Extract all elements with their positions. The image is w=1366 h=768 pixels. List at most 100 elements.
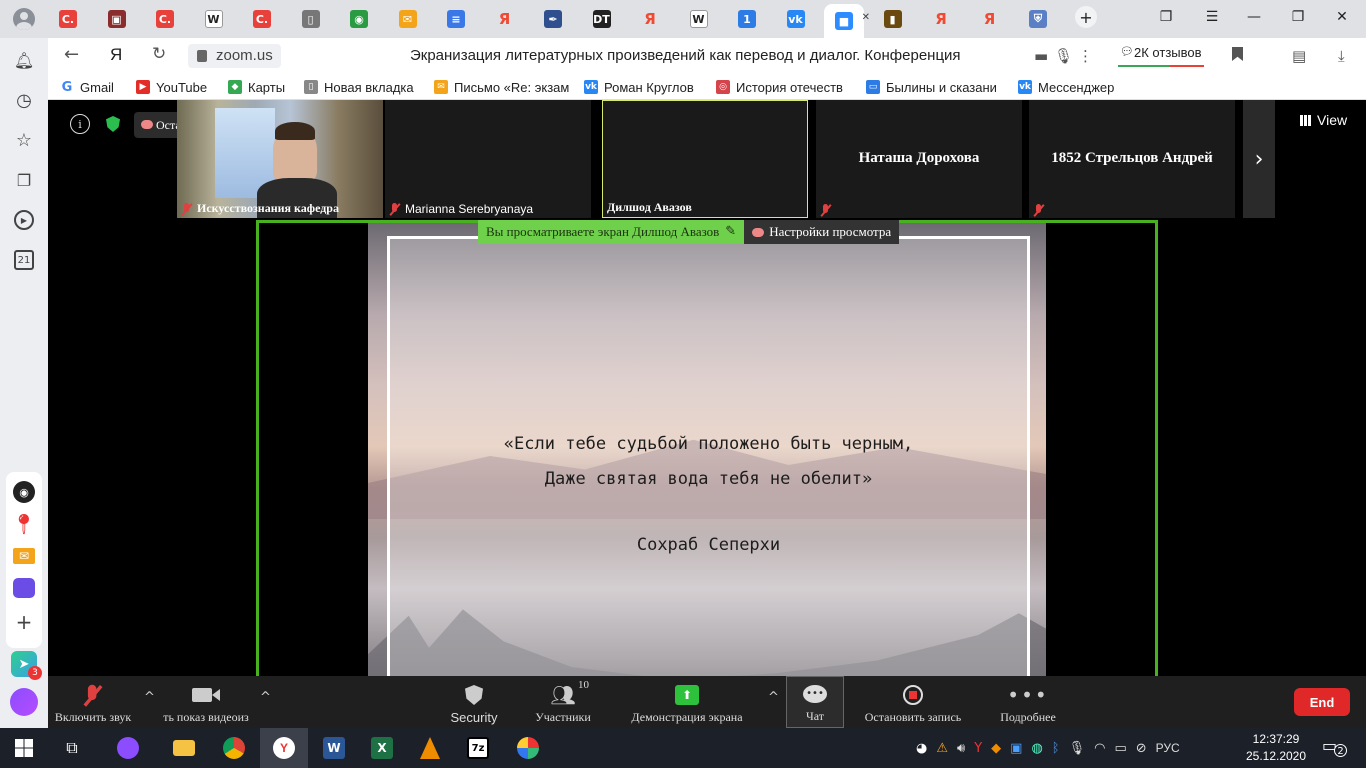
calendar-button[interactable]: 21 — [10, 246, 38, 274]
browser-tab[interactable]: W — [679, 4, 719, 34]
browser-tab[interactable]: C. — [145, 4, 185, 34]
browser-tab[interactable]: ■ ✕ — [824, 4, 870, 38]
bookmark-item[interactable]: ▯ Новая вкладка — [304, 78, 414, 96]
encryption-shield-icon[interactable] — [106, 116, 120, 132]
collections-button[interactable]: ❐ — [10, 166, 38, 194]
participant-tile[interactable]: 1852 Стрельцов Андрей — [1029, 100, 1235, 218]
browser-tab[interactable]: ▯ — [291, 4, 331, 34]
reload-button[interactable]: ↻ — [152, 44, 166, 64]
browser-tab[interactable]: vk — [776, 4, 816, 34]
browser-menu-button[interactable]: ☰ — [1194, 0, 1230, 34]
browser-tab[interactable]: ✉ — [388, 4, 428, 34]
yandex-home-button[interactable]: Я — [110, 45, 122, 65]
back-button[interactable]: ← — [64, 44, 79, 65]
taskbar-word[interactable]: W — [310, 728, 358, 768]
browser-tab[interactable]: DT — [582, 4, 622, 34]
app-alice-camera[interactable]: ◉ — [10, 478, 38, 506]
bookmark-item[interactable]: G Gmail — [60, 78, 114, 96]
browser-tab[interactable]: Я — [485, 4, 525, 34]
taskbar-7zip[interactable]: 7z — [454, 728, 502, 768]
close-window-button[interactable]: ✕ — [1324, 0, 1360, 34]
taskbar-yandex-browser[interactable]: Y — [260, 728, 308, 768]
bookmark-item[interactable]: ▭ Былины и сказани — [866, 78, 997, 96]
share-options-button[interactable]: ^ — [768, 690, 779, 705]
yandex-icon[interactable]: Y — [974, 741, 982, 756]
restore-button[interactable]: ❐ — [1280, 0, 1316, 34]
taskbar-vlc[interactable] — [406, 728, 454, 768]
browser-tab[interactable]: W — [194, 4, 234, 34]
start-button[interactable] — [0, 728, 48, 768]
battery-icon[interactable]: ▭ — [1114, 741, 1126, 756]
browser-tab[interactable]: C. — [242, 4, 282, 34]
participant-tile[interactable]: Наташа Дорохова — [816, 100, 1022, 218]
audio-options-button[interactable]: ^ — [144, 690, 155, 705]
volume-icon[interactable]: 🔊︎ — [957, 741, 965, 756]
participants-button[interactable]: 👥︎ Участники 10 — [532, 676, 594, 728]
wifi-icon[interactable]: ◠ — [1094, 741, 1105, 756]
bookmark-item[interactable]: ✉ Письмо «Re: экзам — [434, 78, 569, 96]
participant-tile-active-speaker[interactable]: Дилшод Авазов — [602, 100, 808, 218]
task-view-button[interactable]: ⧉ — [48, 728, 96, 768]
more-button[interactable]: ••• Подробнее — [994, 676, 1062, 728]
clock[interactable]: 12:37:29 25.12.2020 — [1240, 731, 1312, 765]
browser-tab[interactable]: ≡ — [436, 4, 476, 34]
tabs-menu-button[interactable]: ❐ — [1148, 0, 1184, 34]
browser-tab[interactable]: Я — [630, 4, 670, 34]
notifications-button[interactable]: 🔔︎ — [10, 46, 38, 74]
taskbar-chrome[interactable] — [210, 728, 258, 768]
browser-tab[interactable]: Я — [921, 4, 961, 34]
minimize-button[interactable]: — — [1236, 0, 1272, 34]
participant-tile[interactable]: Marianna Serebryanaya — [385, 100, 591, 218]
app-icon[interactable]: ▣ — [1010, 741, 1022, 756]
taskbar-explorer[interactable] — [160, 728, 208, 768]
network-icon[interactable]: ◍ — [1031, 741, 1042, 756]
alice-button[interactable] — [10, 688, 38, 716]
view-button[interactable]: View — [1300, 112, 1347, 128]
browser-tab[interactable]: ◉ — [339, 4, 379, 34]
reader-button[interactable]: ▤ — [1292, 47, 1306, 65]
app-maps[interactable]: 📍︎ — [10, 510, 38, 538]
next-page-button[interactable]: › — [1243, 100, 1275, 218]
browser-tab[interactable]: ✒ — [533, 4, 573, 34]
stop-recording-button[interactable]: Остановить запись — [860, 676, 966, 728]
taskbar-paint[interactable] — [504, 728, 552, 768]
url-field[interactable]: zoom.us — [188, 44, 281, 68]
bookmark-item[interactable]: vk Мессенджер — [1018, 78, 1114, 96]
fox-icon[interactable]: ◆ — [991, 741, 1001, 756]
favorites-button[interactable]: ☆ — [10, 126, 38, 154]
history-button[interactable]: ◷ — [10, 86, 38, 114]
close-tab-icon[interactable]: ✕ — [862, 12, 870, 23]
video-button[interactable]: ▶ — [10, 206, 38, 234]
bookmark-page-button[interactable] — [1232, 47, 1243, 65]
meeting-info-icon[interactable]: i — [70, 114, 90, 134]
browser-tab[interactable]: Я — [970, 4, 1010, 34]
app-messenger[interactable] — [10, 574, 38, 602]
video-options-button[interactable]: ^ — [260, 690, 271, 705]
shared-screen[interactable]: «Если тебе судьбой положено быть черным,… — [256, 220, 1158, 728]
alert-icon[interactable]: ⚠ — [936, 741, 948, 756]
bookmark-item[interactable]: vk Роман Круглов — [584, 78, 694, 96]
end-meeting-button[interactable]: End — [1294, 688, 1350, 716]
bookmark-item[interactable]: ◎ История отечеств — [716, 78, 843, 96]
mute-icon[interactable]: ⊘ — [1136, 741, 1147, 756]
view-settings-button[interactable]: Настройки просмотра — [744, 220, 900, 244]
action-center-button[interactable]: ▭ 2 — [1322, 736, 1348, 760]
taskbar-excel[interactable]: X — [358, 728, 406, 768]
microphone-permission-icon[interactable]: 🎙︎ — [1054, 47, 1073, 65]
discord-icon[interactable]: ◕ — [916, 741, 927, 756]
share-screen-button[interactable]: ⬆ Демонстрация экрана — [628, 676, 746, 728]
language-indicator[interactable]: РУС — [1156, 741, 1180, 755]
browser-tab[interactable]: ▮ — [873, 4, 913, 34]
reviews-button[interactable]: 💬︎ 2К отзывов — [1116, 43, 1208, 69]
new-tab-button[interactable]: + — [1068, 0, 1104, 34]
microphone-icon[interactable]: 🎙︎ — [1069, 741, 1086, 756]
add-app-button[interactable]: + — [10, 608, 38, 636]
security-button[interactable]: Security — [444, 676, 504, 728]
bookmark-item[interactable]: ◆ Карты — [228, 78, 285, 96]
camera-permission-icon[interactable]: ▬ — [1034, 47, 1048, 65]
browser-tab[interactable]: ▣ — [97, 4, 137, 34]
start-video-button[interactable]: ть показ видеоиз — [160, 676, 252, 728]
browser-tab[interactable]: ⛨ — [1018, 4, 1058, 34]
browser-tab[interactable]: C. — [48, 4, 88, 34]
unmute-button[interactable]: Включить звук — [54, 676, 132, 728]
